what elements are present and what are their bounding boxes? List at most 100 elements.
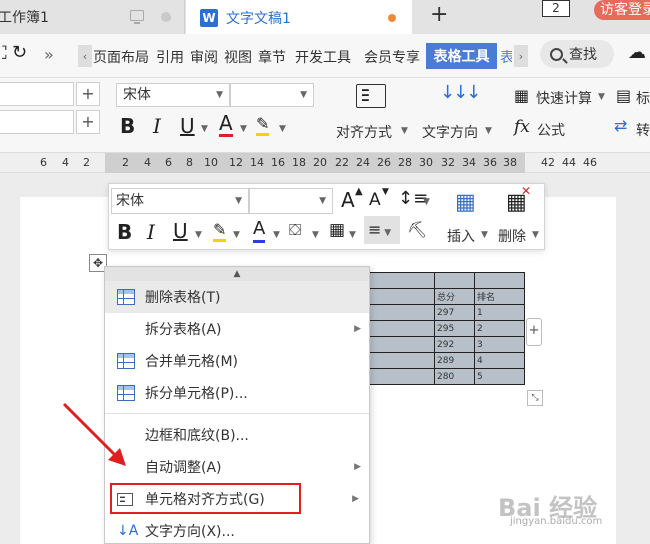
row-height-field[interactable] [0, 82, 74, 106]
horizontal-ruler[interactable]: 6 4 2 2 4 6 8 10 12 14 16 18 20 22 24 26… [0, 153, 650, 173]
cloud-icon[interactable]: ☁ [628, 42, 646, 63]
new-tab-button[interactable]: + [430, 2, 448, 27]
chevron-down-icon[interactable]: ▼ [273, 230, 280, 240]
float-bold-button[interactable]: B [117, 220, 132, 244]
tab-document[interactable]: W 文字文稿1 [186, 0, 412, 34]
table-cell[interactable] [368, 320, 435, 337]
table-cell[interactable]: 292 [434, 336, 475, 353]
table-row[interactable]: 295 2 [368, 320, 525, 337]
right-cut-label-1[interactable]: 标 [636, 88, 650, 108]
float-font-color-button[interactable]: A [253, 218, 266, 243]
table-row[interactable]: 292 3 [368, 336, 525, 353]
redo-icon[interactable]: ↻ [12, 42, 27, 63]
table-row[interactable]: 280 5 [368, 368, 525, 385]
table-cell[interactable] [434, 272, 475, 289]
chevron-down-icon[interactable]: ▼ [349, 230, 356, 240]
float-font-name-select[interactable]: 宋体 ▼ [111, 188, 249, 214]
menu-text-direction[interactable]: ↓A 文字方向(X)... [105, 515, 369, 544]
align-icon[interactable]: ━ ━ ━ [356, 84, 386, 108]
chevron-down-icon[interactable]: ▼ [195, 230, 202, 240]
chevron-down-icon[interactable]: ▼ [279, 124, 286, 134]
highlighter-icon[interactable]: ✎ [256, 114, 270, 136]
more-chevron-icon[interactable]: » [44, 45, 54, 64]
add-column-button[interactable]: + [526, 318, 542, 346]
menu-developer[interactable]: 开发工具 [295, 47, 351, 67]
table-row[interactable]: 289 4 [368, 352, 525, 369]
align-label[interactable]: 对齐方式 [336, 122, 392, 142]
underline-button[interactable]: U [180, 114, 195, 138]
chevron-down-icon[interactable]: ▼ [532, 230, 539, 240]
formula-icon[interactable]: fx [514, 117, 530, 137]
font-size-select[interactable]: ▼ [230, 83, 314, 107]
menu-references[interactable]: 引用 [156, 47, 184, 67]
table-cell[interactable]: 297 [434, 304, 475, 321]
row-height-plus-button[interactable]: + [76, 82, 100, 106]
visitor-login-button[interactable]: 访客登录 [594, 0, 650, 20]
insert-table-icon[interactable]: ▦ [455, 190, 476, 215]
menu-member[interactable]: 会员专享 [364, 47, 420, 67]
float-highlighter-icon[interactable]: ✎ [213, 220, 227, 242]
float-font-size-select[interactable]: ▼ [249, 188, 333, 214]
shrink-font-button[interactable]: A [369, 190, 381, 210]
chevron-down-icon[interactable]: ▼ [423, 197, 430, 207]
table-cell[interactable] [368, 352, 435, 369]
calculator-icon[interactable]: ▦ [514, 86, 529, 105]
font-name-select[interactable]: 宋体 ▼ [116, 83, 230, 107]
table-cell[interactable] [368, 272, 435, 289]
monitor-icon[interactable] [130, 10, 144, 24]
table-row[interactable] [368, 272, 525, 289]
menu-borders-shading[interactable]: 边框和底纹(B)... [105, 419, 369, 451]
chevron-down-icon[interactable]: ▼ [240, 124, 247, 134]
col-width-field[interactable] [0, 110, 74, 134]
table-cell[interactable]: 1 [474, 304, 525, 321]
table-cell[interactable]: 289 [434, 352, 475, 369]
table-cell[interactable]: 5 [474, 368, 525, 385]
quick-calc-label[interactable]: 快速计算 [536, 88, 592, 108]
chevron-down-icon[interactable]: ▼ [485, 126, 492, 136]
table-cell[interactable]: 2 [474, 320, 525, 337]
menu-delete-table[interactable]: 删除表格(T) [105, 281, 369, 313]
document-table[interactable]: 总分 排名 297 1 295 2 292 3 289 4 280 5 [368, 272, 525, 385]
search-button[interactable]: 查找 [540, 40, 614, 68]
table-cell[interactable]: 3 [474, 336, 525, 353]
fill-color-icon[interactable]: ⛋ [289, 220, 301, 240]
menu-view[interactable]: 视图 [224, 47, 252, 67]
table-cell[interactable]: 280 [434, 368, 475, 385]
table-resize-handle[interactable]: ⤡ [527, 390, 543, 406]
float-italic-button[interactable]: I [147, 220, 155, 244]
convert-icon[interactable]: ⇄ [614, 116, 627, 135]
table-cell[interactable] [368, 336, 435, 353]
chevron-down-icon[interactable]: ▼ [201, 124, 208, 134]
table-row[interactable]: 297 1 [368, 304, 525, 321]
close-tab-icon[interactable] [161, 12, 171, 22]
menu-scroll-left-button[interactable]: ‹ [78, 45, 92, 67]
format-painter-icon[interactable]: ⛶ [0, 43, 7, 64]
table-cell[interactable] [474, 272, 525, 289]
menu-split-table[interactable]: 拆分表格(A) ▶ [105, 313, 369, 345]
bold-button[interactable]: B [120, 114, 135, 138]
chevron-down-icon[interactable]: ▼ [401, 126, 408, 136]
table-cell[interactable]: 295 [434, 320, 475, 337]
formula-label[interactable]: 公式 [537, 120, 565, 140]
table-style-icon[interactable]: ▤ [616, 86, 631, 105]
table-cell[interactable] [368, 288, 435, 305]
grow-font-button[interactable]: A [341, 188, 355, 212]
delete-label[interactable]: 删除 [498, 226, 526, 246]
float-align-button[interactable]: ≡ ▼ [364, 216, 400, 244]
col-width-plus-button[interactable]: + [76, 110, 100, 134]
table-header-cell[interactable]: 总分 [434, 288, 475, 305]
menu-page-layout[interactable]: 页面布局 [93, 47, 149, 67]
table-cell[interactable]: 4 [474, 352, 525, 369]
insert-label[interactable]: 插入 [447, 226, 475, 246]
chevron-down-icon[interactable]: ▼ [598, 92, 605, 102]
window-count-badge[interactable]: 2 [542, 0, 570, 17]
menu-review[interactable]: 审阅 [190, 47, 218, 67]
menu-split-cells[interactable]: 拆分单元格(P)... [105, 377, 369, 409]
table-cell[interactable] [368, 304, 435, 321]
font-color-button[interactable]: A [219, 112, 233, 137]
float-underline-button[interactable]: U [173, 219, 188, 243]
scroll-up-icon[interactable]: ▲ [105, 267, 369, 281]
direction-label[interactable]: 文字方向 [422, 122, 478, 142]
table-cell[interactable] [368, 368, 435, 385]
right-cut-label-2[interactable]: 转 [636, 120, 650, 140]
